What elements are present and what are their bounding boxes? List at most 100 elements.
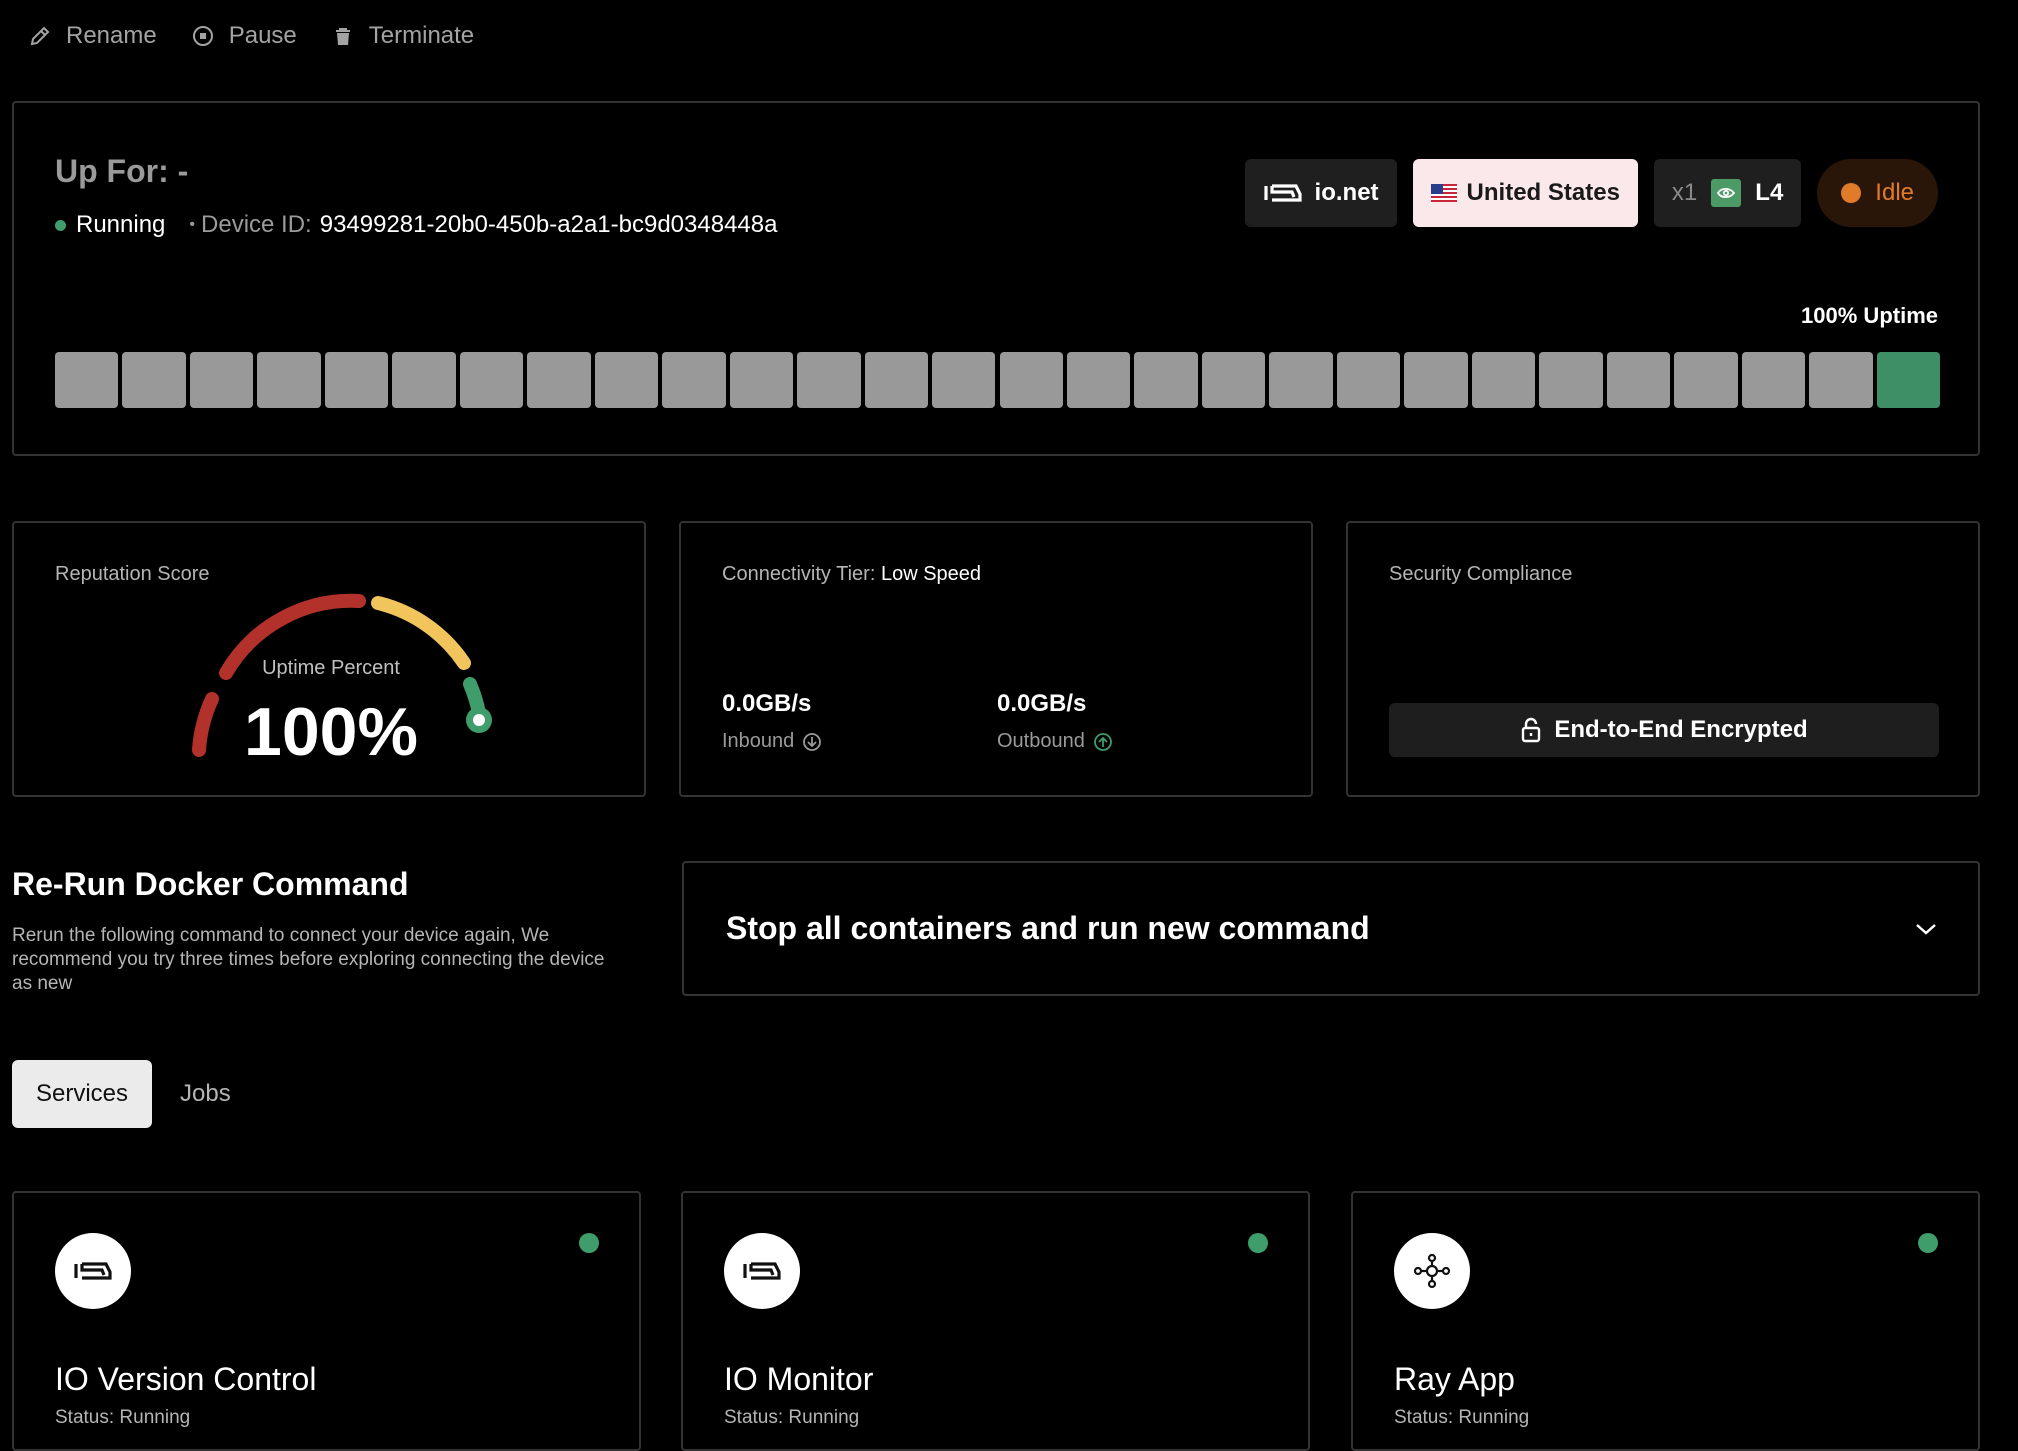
uptime-bar[interactable] bbox=[55, 352, 119, 408]
provider-chip: io.net bbox=[1244, 159, 1397, 227]
state-label: Idle bbox=[1875, 179, 1914, 206]
arrow-down-circle-icon bbox=[803, 732, 822, 751]
service-status-dot bbox=[579, 1233, 599, 1253]
connectivity-title: Connectivity Tier: Low Speed bbox=[722, 563, 981, 586]
service-icon bbox=[55, 1233, 131, 1309]
inbound-speed: 0.0GB/s bbox=[722, 690, 812, 717]
gauge-label: Uptime Percent bbox=[262, 657, 400, 679]
uptime-bar[interactable] bbox=[1471, 352, 1536, 408]
device-chips: io.net United States x1 L4 Idle bbox=[1244, 159, 1938, 227]
status-row: Running • Device ID: 93499281-20b0-450b-… bbox=[55, 211, 777, 239]
up-for-text: Up For: - bbox=[55, 153, 188, 190]
uptime-bar[interactable] bbox=[729, 352, 794, 408]
device-id-label: Device ID: bbox=[201, 211, 312, 238]
device-summary-panel: Up For: - Running • Device ID: 93499281-… bbox=[12, 101, 1980, 456]
uptime-bar[interactable] bbox=[257, 352, 321, 408]
uptime-bar[interactable] bbox=[662, 352, 726, 408]
service-name: IO Monitor bbox=[724, 1361, 874, 1397]
uptime-bar[interactable] bbox=[594, 352, 659, 408]
uptime-bar[interactable] bbox=[1606, 352, 1671, 408]
gpu-chip: x1 L4 bbox=[1653, 159, 1802, 227]
device-toolbar: Rename Pause Terminate bbox=[28, 22, 474, 50]
uptime-bar[interactable] bbox=[864, 352, 929, 408]
terminate-button[interactable]: Terminate bbox=[331, 22, 474, 50]
uptime-bar[interactable] bbox=[1269, 352, 1333, 408]
uptime-bar[interactable] bbox=[1809, 352, 1873, 408]
service-status-dot bbox=[1248, 1233, 1268, 1253]
uptime-bar[interactable] bbox=[189, 352, 254, 408]
connectivity-tier-value: Low Speed bbox=[880, 563, 982, 585]
service-name: Ray App bbox=[1394, 1361, 1515, 1397]
service-icon bbox=[1394, 1233, 1470, 1309]
terminate-label: Terminate bbox=[368, 22, 475, 49]
uptime-bar[interactable] bbox=[459, 352, 524, 408]
tab-services[interactable]: Services bbox=[12, 1060, 153, 1128]
gpu-count: x1 bbox=[1671, 179, 1698, 206]
country-chip: United States bbox=[1412, 159, 1638, 227]
rename-label: Rename bbox=[66, 22, 157, 49]
uptime-bar[interactable] bbox=[1134, 352, 1198, 408]
uptime-bars bbox=[55, 352, 1940, 408]
inbound-label-row: Inbound bbox=[722, 730, 822, 753]
outbound-label: Outbound bbox=[997, 730, 1085, 752]
arrow-up-circle-icon bbox=[1093, 732, 1112, 751]
uptime-bar[interactable] bbox=[122, 352, 186, 408]
service-card-io-version-control[interactable]: IO Version Control Status: Running bbox=[12, 1191, 641, 1451]
io-logo-icon bbox=[74, 1262, 112, 1280]
encryption-badge[interactable]: End-to-End Encrypted bbox=[1389, 703, 1939, 757]
service-status: Status: Running bbox=[724, 1407, 860, 1428]
uptime-bar[interactable] bbox=[392, 352, 456, 408]
uptime-bar[interactable] bbox=[932, 352, 996, 408]
pause-circle-icon bbox=[192, 26, 213, 46]
encryption-label: End-to-End Encrypted bbox=[1554, 716, 1808, 743]
rename-button[interactable]: Rename bbox=[28, 22, 157, 50]
service-name: IO Version Control bbox=[55, 1361, 317, 1397]
uptime-bar[interactable] bbox=[1404, 352, 1468, 408]
tab-jobs[interactable]: Jobs bbox=[156, 1060, 255, 1128]
unlock-icon bbox=[1522, 717, 1541, 743]
services-jobs-tabs: Services Jobs bbox=[12, 1060, 255, 1128]
pause-button[interactable]: Pause bbox=[191, 22, 297, 50]
connectivity-card: Connectivity Tier: Low Speed 0.0GB/s Inb… bbox=[679, 521, 1313, 797]
rerun-description: Rerun the following command to connect y… bbox=[12, 925, 605, 994]
nvidia-icon bbox=[1711, 179, 1742, 207]
rerun-selected-option: Stop all containers and run new command bbox=[726, 910, 1370, 946]
service-card-ray-app[interactable]: Ray App Status: Running bbox=[1351, 1191, 1980, 1451]
uptime-bar[interactable] bbox=[1539, 352, 1603, 408]
service-status: Status: Running bbox=[55, 1407, 191, 1428]
security-card: Security Compliance End-to-End Encrypted bbox=[1346, 521, 1980, 797]
io-logo-icon bbox=[743, 1262, 781, 1280]
uptime-bar[interactable] bbox=[1674, 352, 1738, 408]
trash-icon bbox=[335, 28, 350, 45]
service-status-dot bbox=[1918, 1233, 1938, 1253]
up-for-label: Up For: bbox=[55, 153, 169, 189]
uptime-bar[interactable] bbox=[527, 352, 591, 408]
uptime-bar[interactable] bbox=[797, 352, 861, 408]
service-card-io-monitor[interactable]: IO Monitor Status: Running bbox=[681, 1191, 1310, 1451]
inbound-label: Inbound bbox=[722, 730, 795, 752]
outbound-speed: 0.0GB/s bbox=[997, 690, 1087, 717]
uptime-bar[interactable] bbox=[1336, 352, 1401, 408]
io-logo-icon bbox=[1263, 184, 1302, 202]
uptime-bar[interactable] bbox=[1066, 352, 1131, 408]
state-badge: Idle bbox=[1817, 159, 1938, 227]
reputation-card: Reputation Score Uptime Percent 100% bbox=[12, 521, 646, 797]
uptime-bar[interactable] bbox=[1876, 352, 1940, 408]
device-id-value: 93499281-20b0-450b-a2a1-bc9d0348448a bbox=[319, 211, 778, 238]
uptime-bar[interactable] bbox=[999, 352, 1063, 408]
gpu-model: L4 bbox=[1755, 179, 1784, 206]
uptime-bar[interactable] bbox=[1741, 352, 1806, 408]
service-icon bbox=[724, 1233, 800, 1309]
pause-label: Pause bbox=[228, 22, 297, 49]
up-for-value: - bbox=[177, 153, 189, 189]
gauge-value: 100% bbox=[244, 694, 418, 770]
ray-icon bbox=[1413, 1253, 1451, 1289]
uptime-bar[interactable] bbox=[1201, 352, 1266, 408]
uptime-label: 100% Uptime bbox=[1801, 303, 1938, 328]
uptime-bar[interactable] bbox=[324, 352, 389, 408]
rerun-title: Re-Run Docker Command bbox=[12, 866, 409, 902]
rerun-command-select[interactable]: Stop all containers and run new command bbox=[682, 861, 1980, 996]
chevron-down-icon bbox=[1916, 923, 1936, 935]
country-name: United States bbox=[1466, 179, 1620, 206]
separator-dot: • bbox=[189, 216, 196, 233]
